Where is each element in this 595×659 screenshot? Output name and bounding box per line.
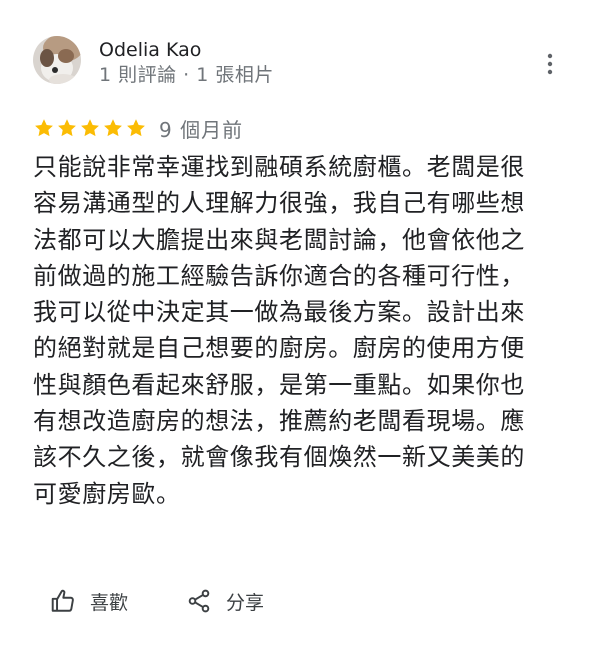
star-icon [104, 119, 122, 137]
star-icon [58, 119, 76, 137]
star-icon [81, 119, 99, 137]
author-name[interactable]: Odelia Kao [99, 38, 201, 62]
review-text-line: 可愛廚房歐。 [33, 479, 181, 508]
author-meta: 1 則評論 · 1 張相片 [99, 64, 274, 86]
more-vert-icon [547, 53, 553, 75]
review-text-line: 前做過的施工經驗告訴你適合的各種可行性， [33, 261, 525, 290]
review-text-line: 性與顏色看起來舒服，是第一重點。如果你也 [33, 370, 525, 399]
avatar-photo [33, 36, 81, 84]
avatar[interactable] [33, 36, 81, 84]
review-text-line: 有想改造廚房的想法，推薦約老闆看現場。應 [33, 407, 525, 436]
review-text: 只能說非常幸運找到融碩系統廚櫃。老闆是很 容易溝通型的人理解力很強，我自己有哪些… [33, 149, 563, 512]
like-button[interactable]: 喜歡 [50, 585, 128, 617]
review-time: 9 個月前 [159, 117, 244, 142]
review-text-line: 的絕對就是自己想要的廚房。廚房的使用方便 [33, 334, 525, 363]
like-label: 喜歡 [90, 591, 129, 614]
share-icon [188, 589, 210, 613]
review-text-line: 法都可以大膽提出來與老闆討論，他會依他之 [33, 225, 525, 254]
review-text-line: 只能說非常幸運找到融碩系統廚櫃。老闆是很 [33, 153, 525, 181]
star-icon [127, 119, 145, 137]
thumb-up-icon [51, 589, 74, 612]
more-options-button[interactable] [536, 50, 564, 78]
star-icon [35, 119, 53, 137]
review-text-line: 該不久之後，就會像我有個煥然一新又美美的 [33, 443, 525, 472]
review-text-line: 容易溝通型的人理解力很強，我自己有哪些想 [33, 189, 525, 218]
share-button[interactable]: 分享 [186, 585, 264, 617]
star-rating [33, 117, 147, 139]
review-text-line: 我可以從中決定其一做為最後方案。設計出來 [33, 298, 525, 327]
review-card: Odelia Kao 1 則評論 · 1 張相片 9 個月前 只能說非常幸運找到… [0, 0, 595, 659]
share-label: 分享 [226, 591, 265, 614]
rating-row: 9 個月前 [33, 114, 243, 142]
